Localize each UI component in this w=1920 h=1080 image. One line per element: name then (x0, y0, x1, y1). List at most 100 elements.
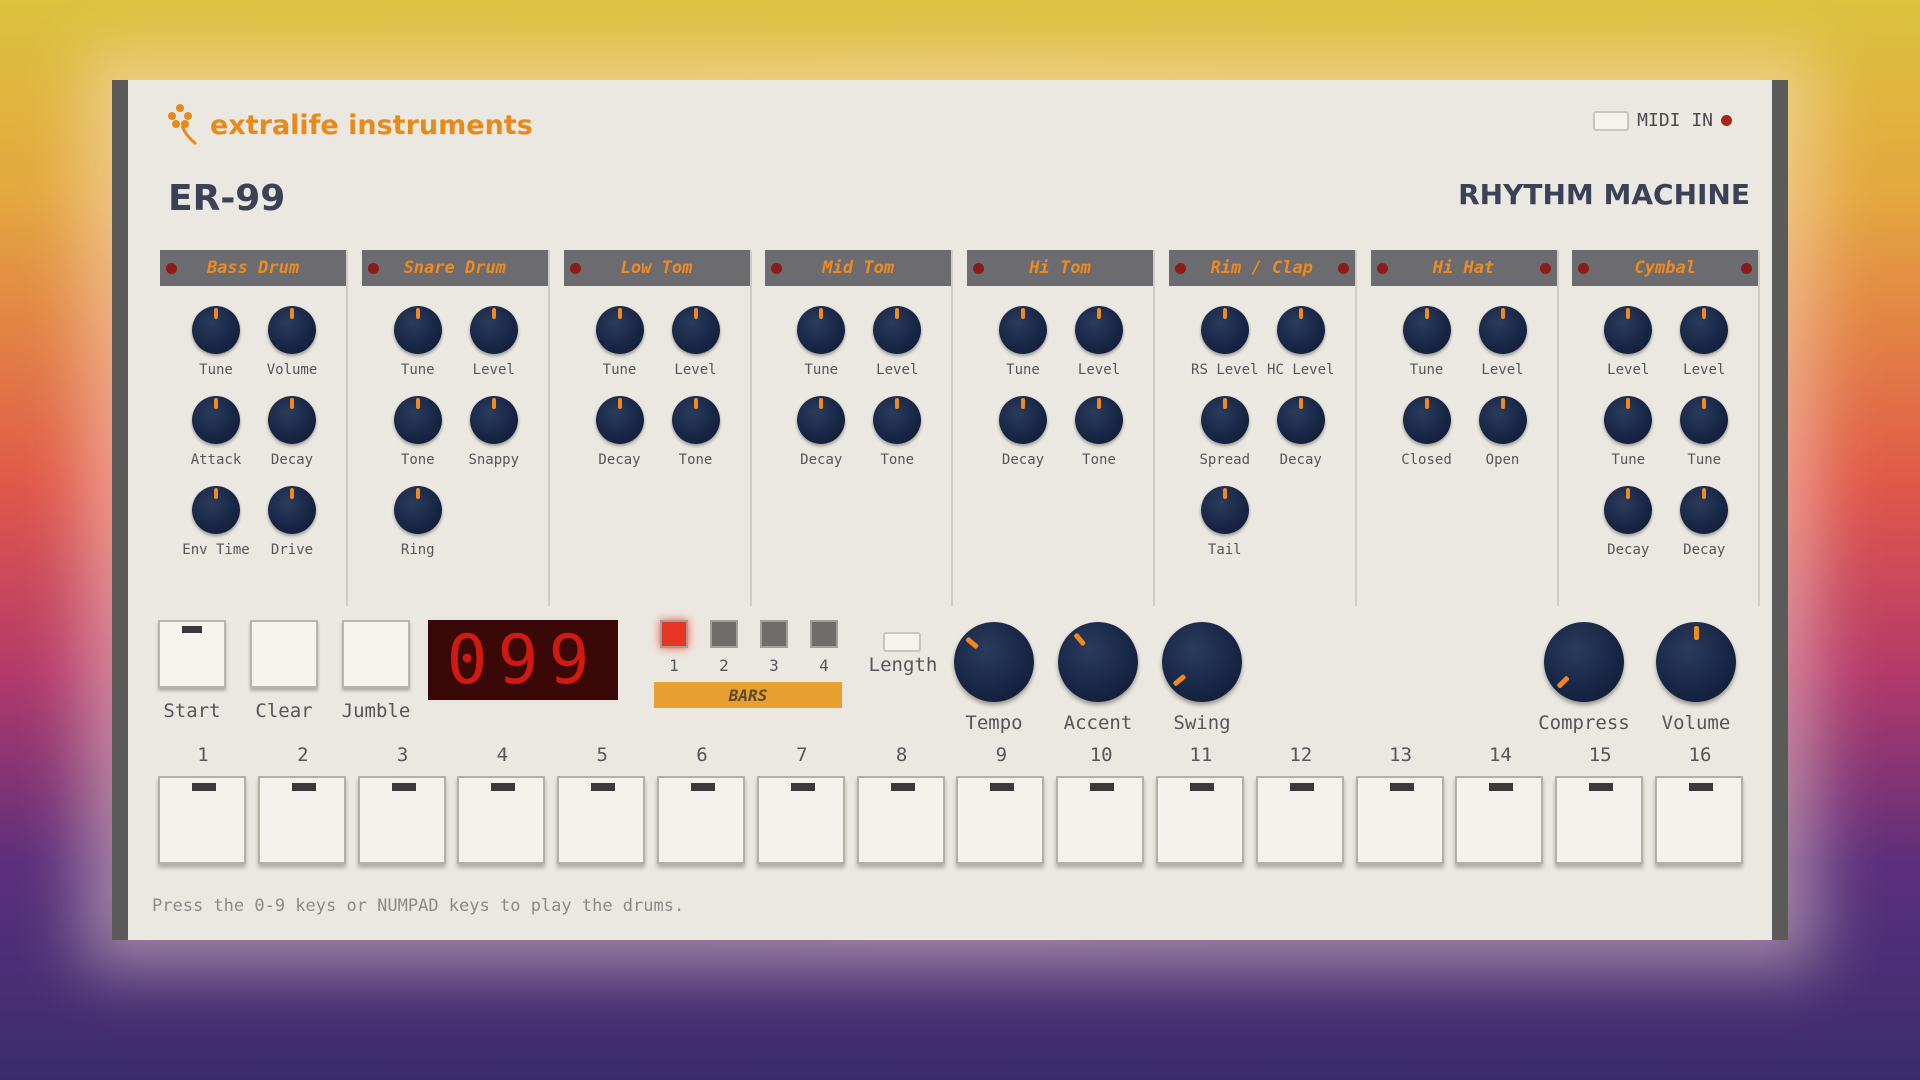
step-button-16[interactable] (1655, 776, 1743, 864)
knob-decay[interactable] (1680, 486, 1729, 534)
section-header: Cymbal (1572, 250, 1759, 286)
step-notch (491, 783, 516, 791)
swing-knob[interactable] (1162, 622, 1242, 702)
bar-2-button[interactable] (710, 620, 738, 648)
knob-decay[interactable] (595, 396, 644, 444)
knob-tune[interactable] (393, 306, 442, 354)
clear-button[interactable] (250, 620, 318, 688)
knob-tone[interactable] (1075, 396, 1123, 444)
step-button-5[interactable] (557, 776, 646, 864)
knob-level[interactable] (1680, 306, 1729, 354)
step-number: 11 (1189, 744, 1213, 766)
step-button-3[interactable] (357, 776, 446, 864)
knob-grid: Tune Volume Attack Decay Env Time Drive (160, 286, 346, 606)
knob-decay[interactable] (999, 396, 1047, 444)
step-button-10[interactable] (1056, 776, 1145, 864)
volume-label: Volume (1661, 712, 1731, 734)
step-button-7[interactable] (756, 776, 845, 864)
keyboard-hint: Press the 0-9 keys or NUMPAD keys to pla… (152, 896, 685, 916)
step-notch (1090, 783, 1115, 791)
step-button-11[interactable] (1156, 776, 1244, 864)
section-mid-tom: Mid Tom Tune Level Decay Tone (765, 250, 954, 606)
knob-tune[interactable] (192, 306, 240, 354)
section-title: Low Tom (620, 258, 693, 278)
knob-label: Tone (1082, 452, 1116, 468)
length-toggle[interactable] (883, 632, 921, 652)
accent-knob[interactable] (1058, 622, 1138, 702)
step-button-12[interactable] (1255, 776, 1344, 864)
step-button-1[interactable] (158, 776, 246, 864)
knob-decay[interactable] (1604, 486, 1653, 534)
knob-level[interactable] (1478, 306, 1527, 354)
midi-toggle[interactable] (1593, 110, 1630, 131)
knob-grid: Tune Level Decay Tone (765, 286, 951, 606)
step-number: 10 (1089, 744, 1113, 766)
start-button[interactable] (158, 620, 226, 688)
knob-tune[interactable] (595, 306, 644, 354)
knob-attack[interactable] (192, 396, 240, 444)
knob-open[interactable] (1478, 396, 1527, 444)
bar-3-button[interactable] (760, 620, 788, 648)
knob-label: Tone (880, 452, 915, 468)
step-button-14[interactable] (1455, 776, 1544, 864)
knob-tone[interactable] (671, 396, 720, 444)
knob-hc-level[interactable] (1276, 306, 1325, 354)
knob-tune[interactable] (999, 306, 1047, 354)
knob-snappy[interactable] (469, 396, 518, 444)
step-button-6[interactable] (657, 776, 745, 864)
knob-env-time[interactable] (192, 486, 240, 534)
section-title: Rim / Clap (1210, 258, 1313, 278)
display-digits: 099 (446, 620, 600, 700)
volume-knob[interactable] (1656, 622, 1736, 702)
brand-logo: extralife instruments (166, 102, 533, 148)
step-notch (391, 783, 416, 791)
knob-tune[interactable] (1604, 396, 1653, 444)
knob-closed[interactable] (1402, 396, 1451, 444)
start-label: Start (163, 700, 221, 722)
tempo-knob[interactable] (954, 622, 1034, 702)
step-button-4[interactable] (457, 776, 546, 864)
knob-level[interactable] (469, 306, 518, 354)
step-button-13[interactable] (1355, 776, 1444, 864)
knob-tune[interactable] (1402, 306, 1451, 354)
knob-ring[interactable] (393, 486, 442, 534)
knob-tune[interactable] (797, 306, 846, 354)
section-led-icon (1174, 263, 1186, 274)
step-notch (790, 783, 815, 791)
knob-label: Decay (1683, 542, 1726, 558)
bar-number: 2 (719, 656, 729, 675)
step-number: 15 (1588, 744, 1612, 766)
step-button-15[interactable] (1555, 776, 1644, 864)
section-led-icon (569, 263, 581, 274)
jumble-button[interactable] (342, 620, 410, 688)
knob-rs-level[interactable] (1200, 306, 1249, 354)
knob-decay[interactable] (268, 396, 316, 444)
step-button-8[interactable] (856, 776, 945, 864)
knob-tone[interactable] (873, 396, 922, 444)
knob-tone[interactable] (393, 396, 442, 444)
knob-decay[interactable] (1276, 396, 1325, 444)
step-notch (1589, 783, 1614, 791)
knob-tail[interactable] (1200, 486, 1249, 534)
knob-spread[interactable] (1200, 396, 1249, 444)
compress-knob[interactable] (1544, 622, 1624, 702)
section-led-icon (771, 263, 783, 274)
knob-decay[interactable] (797, 396, 846, 444)
knob-tune[interactable] (1680, 396, 1729, 444)
step-button-2[interactable] (257, 776, 346, 864)
knob-level[interactable] (1604, 306, 1653, 354)
knob-level[interactable] (671, 306, 720, 354)
step-notch (1190, 783, 1214, 791)
bar-4-button[interactable] (810, 620, 838, 648)
section-led-icon (1539, 263, 1551, 274)
knob-label: Tone (678, 452, 713, 468)
knob-level[interactable] (873, 306, 922, 354)
accent-label: Accent (1063, 712, 1133, 734)
knob-grid: Tune Level Tone Snappy Ring (362, 286, 548, 606)
knob-label: Tail (1207, 542, 1242, 558)
bar-1-button[interactable] (660, 620, 688, 648)
knob-drive[interactable] (268, 486, 316, 534)
knob-volume[interactable] (268, 306, 316, 354)
knob-level[interactable] (1075, 306, 1123, 354)
step-button-9[interactable] (956, 776, 1045, 864)
